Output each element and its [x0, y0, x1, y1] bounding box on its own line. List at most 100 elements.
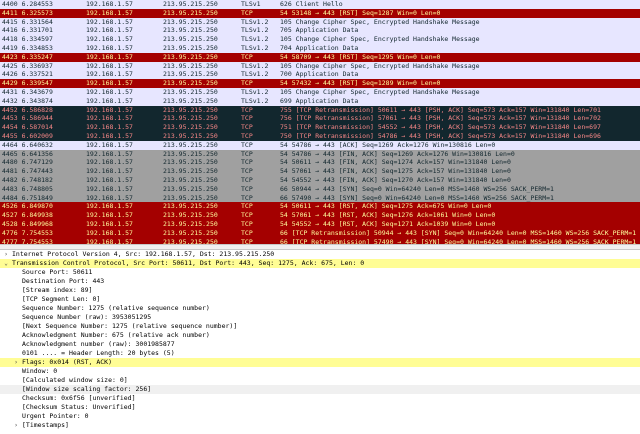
packet-destination: 213.95.215.250	[163, 175, 218, 184]
detail-row[interactable]: Destination Port: 443	[0, 277, 640, 286]
packet-source: 192.168.1.57	[86, 105, 133, 114]
detail-text: Flags: 0x014 (RST, ACK)	[22, 358, 113, 366]
detail-text: Window: 0	[22, 367, 58, 375]
expand-arrow-icon[interactable]: ›	[12, 358, 20, 367]
packet-row[interactable]: 4483 6.748805 192.168.1.57 213.95.215.250 T…	[0, 184, 640, 194]
packet-protocol: TLSv1.2	[241, 43, 269, 52]
packet-row[interactable]: 4455 6.602009 192.168.1.57 213.95.215.250 T…	[0, 131, 640, 141]
detail-row[interactable]: Urgent Pointer: 0	[0, 412, 640, 421]
packet-row[interactable]: 4416 6.331701 192.168.1.57 213.95.215.250 T…	[0, 26, 640, 36]
detail-row[interactable]: › [Timestamps]	[0, 421, 640, 430]
packet-source: 192.168.1.57	[86, 96, 133, 105]
packet-row[interactable]: 4527 6.849938 192.168.1.57 213.95.215.250 T…	[0, 211, 640, 220]
packet-row[interactable]: 4776 7.754553 192.168.1.57 213.95.215.250 T…	[0, 228, 640, 238]
detail-row[interactable]: [TCP Segment Len: 0]	[0, 295, 640, 304]
collapse-arrow-icon[interactable]: ⌄	[2, 259, 10, 268]
packet-row[interactable]: 4481 6.747443 192.168.1.57 213.95.215.250 T…	[0, 167, 640, 176]
detail-row[interactable]: [Next Sequence Number: 1275 (relative se…	[0, 322, 640, 331]
packet-row[interactable]: 4452 6.586828 192.168.1.57 213.95.215.250 T…	[0, 105, 640, 115]
expand-arrow-icon[interactable]: ›	[12, 421, 20, 430]
detail-row[interactable]: 0101 .... = Header Length: 20 bytes (5)	[0, 349, 640, 358]
detail-text: Destination Port: 443	[22, 277, 105, 285]
packet-row[interactable]: 4400 6.284553 192.168.1.57 213.95.215.250 T…	[0, 0, 640, 9]
detail-row[interactable]: Window: 0	[0, 367, 640, 376]
packet-row[interactable]: 4411 6.325573 192.168.1.57 213.95.215.250 T…	[0, 8, 640, 18]
packet-info: 54 50611 → 443 [RST, ACK] Seq=1275 Ack=6…	[280, 202, 492, 211]
detail-row[interactable]: Sequence Number (raw): 3953051295	[0, 313, 640, 322]
packet-row[interactable]: 4423 6.335247 192.168.1.57 213.95.215.250 T…	[0, 52, 640, 62]
packet-source: 192.168.1.57	[86, 35, 133, 44]
packet-source: 192.168.1.57	[86, 149, 133, 158]
detail-text: Acknowledgment Number: 675 (relative ack…	[22, 331, 210, 339]
packet-number: 4452 6.586828	[2, 105, 53, 114]
packet-row[interactable]: 4425 6.336937 192.168.1.57 213.95.215.250 T…	[0, 61, 640, 71]
detail-row[interactable]: Source Port: 50611	[0, 268, 640, 277]
packet-row[interactable]: 4432 6.343874 192.168.1.57 213.95.215.250 T…	[0, 96, 640, 106]
packet-row[interactable]: 4526 6.849870 192.168.1.57 213.95.215.250 T…	[0, 202, 640, 212]
packet-protocol: TCP	[241, 105, 253, 114]
detail-row[interactable]: ⌄ Transmission Control Protocol, Src Port…	[0, 259, 640, 268]
packet-destination: 213.95.215.250	[163, 52, 218, 61]
expand-arrow-icon[interactable]: ›	[2, 250, 10, 259]
packet-destination: 213.95.215.250	[163, 202, 218, 211]
packet-row[interactable]: 4484 6.751849 192.168.1.57 213.95.215.250 T…	[0, 193, 640, 203]
packet-source: 192.168.1.57	[86, 0, 133, 8]
packet-row[interactable]: 4429 6.339547 192.168.1.57 213.95.215.250 T…	[0, 79, 640, 88]
packet-info: 750 [TCP Retransmission] 54786 → 443 [PS…	[280, 131, 601, 140]
packet-protocol: TLSv1.2	[241, 35, 269, 44]
packet-number: 4415 6.331564	[2, 17, 53, 26]
packet-protocol: TCP	[241, 8, 253, 17]
packet-destination: 213.95.215.250	[163, 0, 218, 8]
packet-row[interactable]: 4418 6.334597 192.168.1.57 213.95.215.250 T…	[0, 35, 640, 44]
packet-source: 192.168.1.57	[86, 158, 133, 167]
detail-row[interactable]: Sequence Number: 1275 (relative sequence…	[0, 304, 640, 313]
detail-row[interactable]: [Window size scaling factor: 256]	[0, 385, 640, 394]
detail-text: Sequence Number (raw): 3953051295	[22, 313, 152, 321]
packet-info: 54 54786 → 443 [FIN, ACK] Seq=1269 Ack=1…	[280, 149, 515, 158]
detail-row[interactable]: › Internet Protocol Version 4, Src: 192.1…	[0, 250, 640, 259]
packet-row[interactable]: 4528 6.849968 192.168.1.57 213.95.215.250 T…	[0, 219, 640, 229]
packet-source: 192.168.1.57	[86, 202, 133, 211]
detail-row[interactable]: Acknowledgment number (raw): 3001985877	[0, 340, 640, 349]
packet-info: 54 54786 → 443 [ACK] Seq=1269 Ack=1276 W…	[280, 140, 496, 149]
packet-row[interactable]: 4426 6.337521 192.168.1.57 213.95.215.250 T…	[0, 70, 640, 80]
packet-number: 4483 6.748805	[2, 184, 53, 193]
detail-row[interactable]: [Stream index: 89]	[0, 286, 640, 295]
packet-row[interactable]: 4431 6.343679 192.168.1.57 213.95.215.250 T…	[0, 87, 640, 97]
packet-protocol: TCP	[241, 52, 253, 61]
detail-row[interactable]: Checksum: 0x6f56 [unverified]	[0, 394, 640, 403]
detail-text: [Timestamps]	[22, 421, 69, 429]
detail-text: Urgent Pointer: 0	[22, 412, 89, 420]
packet-protocol: TCP	[241, 158, 253, 167]
packet-protocol: TLSv1.2	[241, 26, 269, 35]
packet-number: 4425 6.336937	[2, 61, 53, 70]
packet-row[interactable]: 4419 6.334853 192.168.1.57 213.95.215.250 T…	[0, 43, 640, 53]
packet-source: 192.168.1.57	[86, 87, 133, 96]
detail-row[interactable]: Acknowledgment Number: 675 (relative ack…	[0, 331, 640, 340]
packet-number: 4465 6.641356	[2, 149, 53, 158]
packet-row[interactable]: 4464 6.640632 192.168.1.57 213.95.215.250 T…	[0, 140, 640, 150]
packet-source: 192.168.1.57	[86, 70, 133, 79]
packet-info: 626 Client Hello	[280, 0, 343, 8]
packet-row[interactable]: 4465 6.641356 192.168.1.57 213.95.215.250 T…	[0, 149, 640, 159]
packet-details[interactable]: › Internet Protocol Version 4, Src: 192.1…	[0, 250, 640, 434]
packet-info: 704 Application Data	[280, 43, 359, 52]
detail-row[interactable]: › Flags: 0x014 (RST, ACK)	[0, 358, 640, 367]
packet-source: 192.168.1.57	[86, 184, 133, 193]
packet-row[interactable]: 4454 6.587014 192.168.1.57 213.95.215.250 T…	[0, 123, 640, 132]
packet-protocol: TCP	[241, 167, 253, 176]
packet-row[interactable]: 4480 6.747129 192.168.1.57 213.95.215.250 T…	[0, 158, 640, 168]
packet-source: 192.168.1.57	[86, 26, 133, 35]
detail-row[interactable]: [Calculated window size: 0]	[0, 376, 640, 385]
packet-row[interactable]: 4482 6.748182 192.168.1.57 213.95.215.250 T…	[0, 175, 640, 185]
packet-destination: 213.95.215.250	[163, 228, 218, 237]
packet-row[interactable]: 4415 6.331564 192.168.1.57 213.95.215.250 T…	[0, 17, 640, 27]
packet-list[interactable]: 4400 6.284553 192.168.1.57 213.95.215.250 T…	[0, 0, 640, 244]
packet-destination: 213.95.215.250	[163, 211, 218, 220]
packet-protocol: TCP	[241, 79, 253, 88]
detail-row[interactable]: [Checksum Status: Unverified]	[0, 403, 640, 412]
packet-source: 192.168.1.57	[86, 79, 133, 88]
packet-row[interactable]: 4453 6.586944 192.168.1.57 213.95.215.250 T…	[0, 114, 640, 124]
packet-protocol: TLSv1.2	[241, 96, 269, 105]
packet-protocol: TCP	[241, 149, 253, 158]
